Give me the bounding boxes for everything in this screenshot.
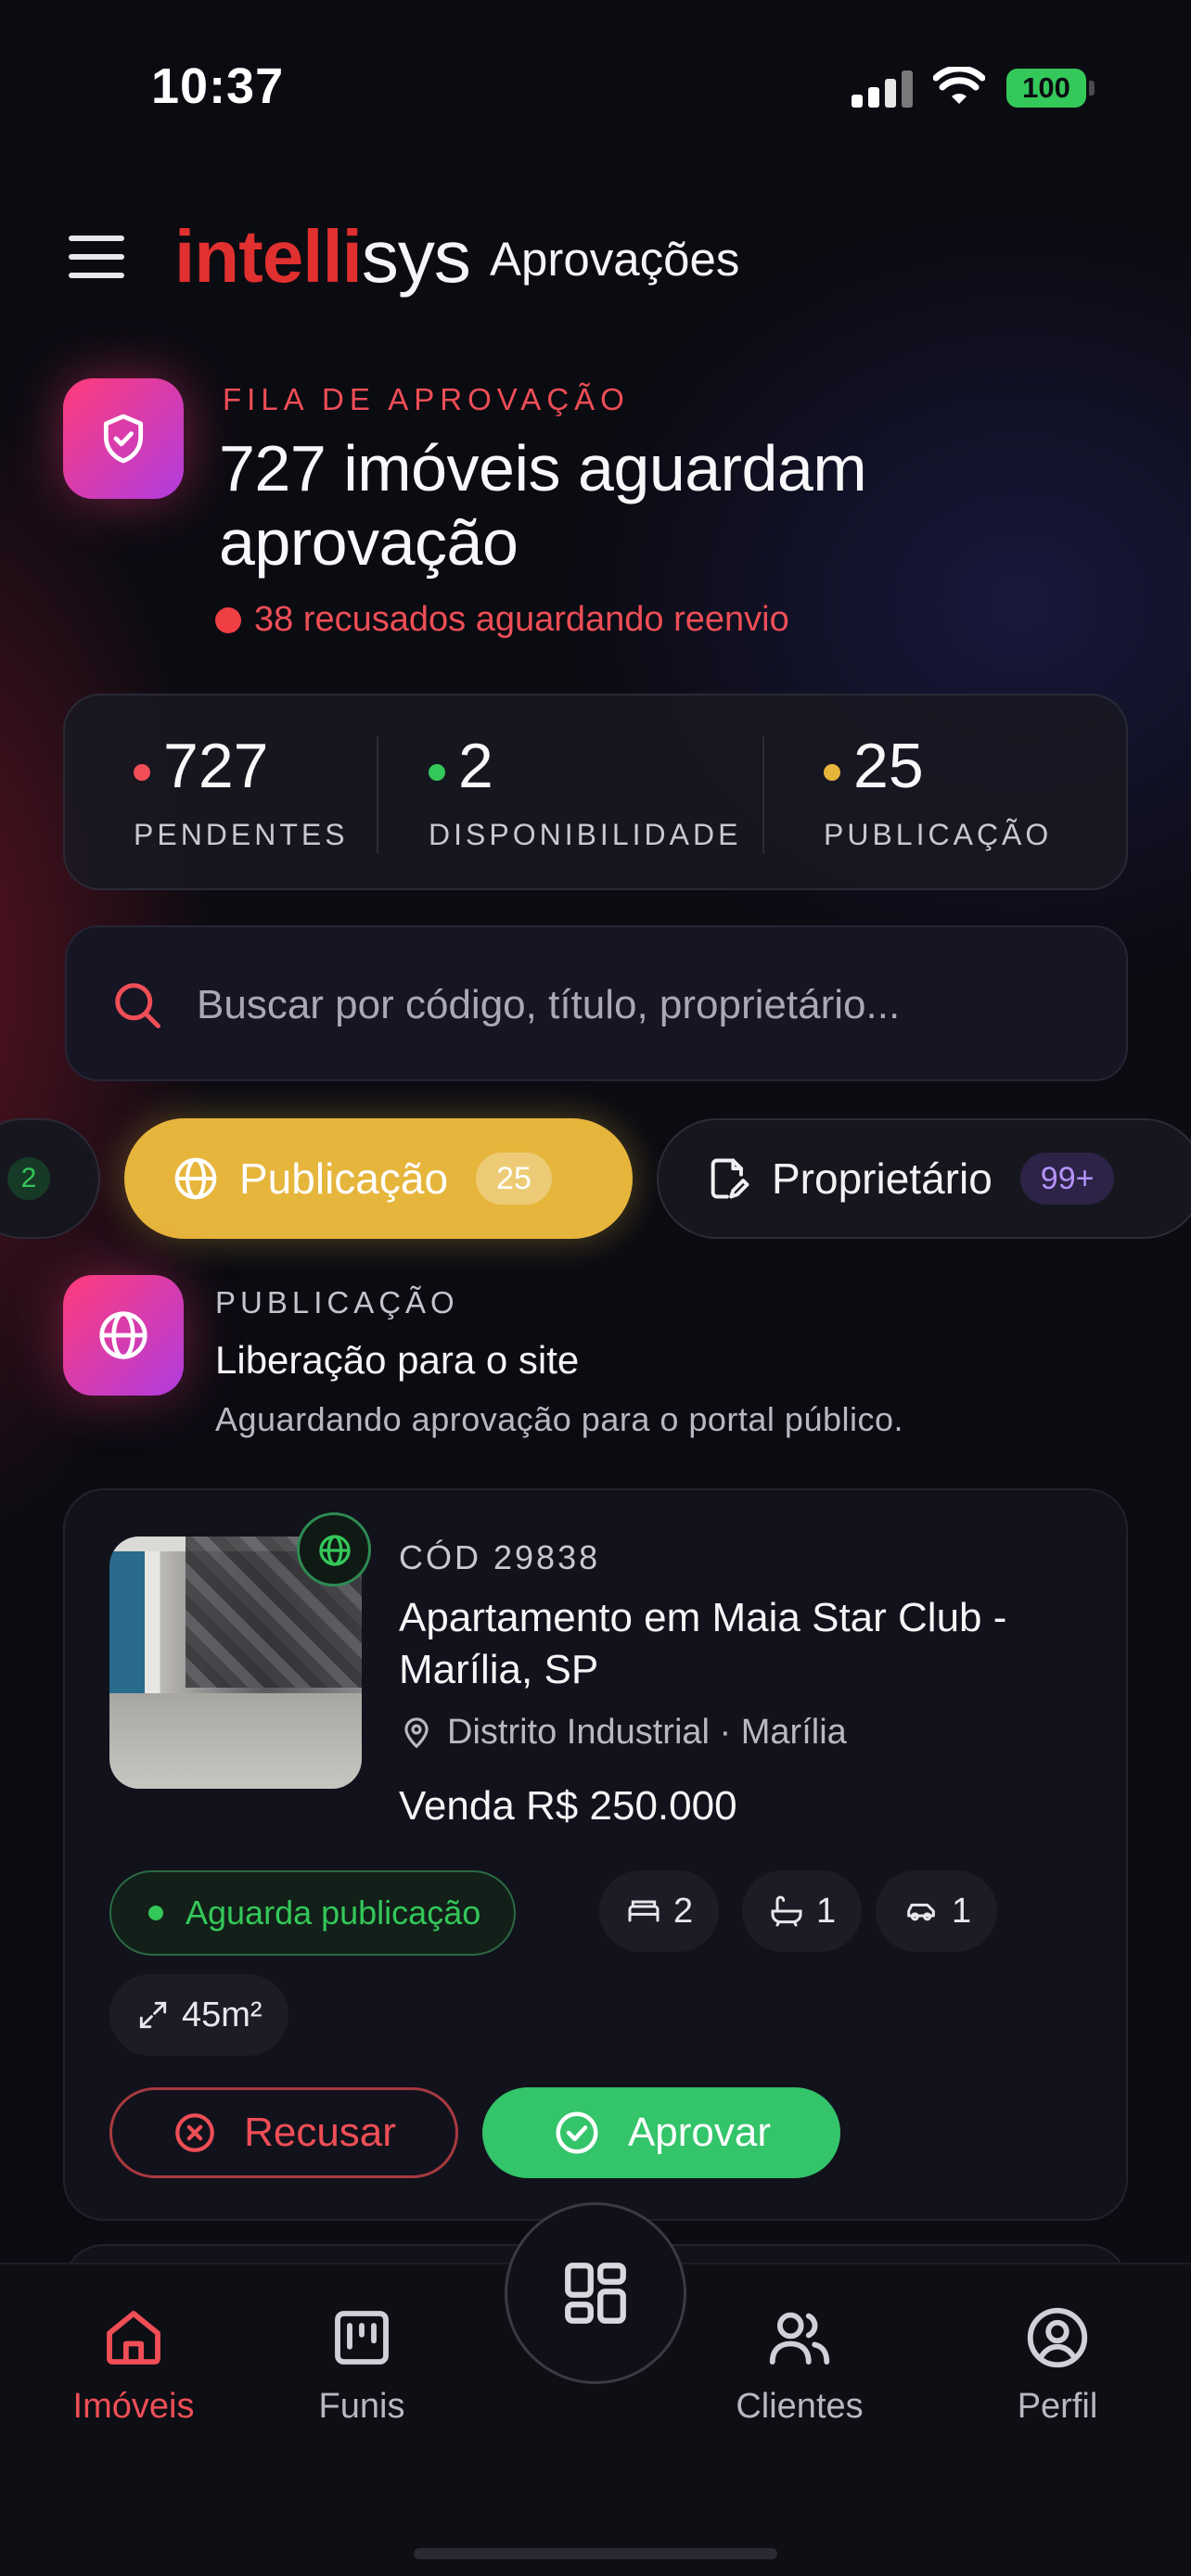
wifi-icon [933,67,985,104]
status-time: 10:37 [151,58,285,114]
stat-label: DISPONIBILIDADE [429,818,742,851]
globe-icon [174,1157,217,1200]
check-circle-icon [556,2111,598,2154]
stat-availability[interactable]: 2 DISPONIBILIDADE [429,733,741,852]
property-card[interactable]: CÓD 29838 Apartamento em Maia Star Club … [63,1488,1128,2221]
stat-dot [429,764,445,781]
globe-icon [99,1311,147,1359]
refuse-button[interactable]: Recusar [109,2087,458,2178]
nav-item-perfil[interactable]: Perfil [965,2302,1150,2427]
filter-chip-owner[interactable]: Proprietário 99+ [657,1118,1191,1239]
users-icon [769,2312,830,2365]
search-input[interactable] [197,977,1087,1033]
stat-dot [824,764,840,781]
filter-chip-availability[interactable]: 2 [0,1118,100,1239]
filter-chips: 2 Publicação 25 Proprietário 99+ [0,1118,1191,1239]
bathrooms-count: 1 [816,1891,837,1931]
shield-check-icon [103,414,144,464]
divider [762,736,764,853]
signal-icon [852,70,913,108]
hero-eyebrow: FILA DE APROVAÇÃO [223,382,630,416]
property-title: Apartamento em Maia Star Club - Marília,… [399,1595,1007,1692]
edit-document-icon [711,1158,749,1199]
status-badge: Aguarda publicação [109,1870,517,1956]
page-title: Aprovações [490,233,740,286]
kanban-icon [335,2311,389,2365]
map-pin-icon [404,1716,429,1748]
chip-label: Proprietário [772,1154,992,1203]
logo-red-part: intelli [174,215,363,298]
bed-icon [628,1900,660,1922]
location-text: Distrito Industrial · Marília [447,1713,847,1752]
stat-dot [134,764,150,781]
app-logo: intellisys [174,215,471,299]
battery-tip [1089,81,1095,96]
approve-button[interactable]: Aprovar [482,2087,840,2178]
chip-label: Publicação [239,1154,449,1203]
menu-icon[interactable] [69,232,126,282]
grid-icon [565,2263,626,2324]
battery-icon: 100 [1006,69,1086,108]
stat-label: PENDENTES [134,818,349,851]
search-icon [115,983,160,1028]
refused-dot [215,607,241,633]
filter-chip-publication[interactable]: Publicação 25 [124,1118,633,1239]
app-header: intellisys Aprovações [0,204,1191,315]
stat-publication[interactable]: 25 PUBLICAÇÃO [824,733,1052,852]
nav-item-funis[interactable]: Funis [269,2302,455,2427]
approve-label: Aprovar [627,2110,772,2155]
stats-card: 727 PENDENTES 2 DISPONIBILIDADE 25 PUBLI… [63,694,1128,890]
nav-label: Perfil [1017,2387,1098,2426]
search-bar[interactable] [65,925,1128,1081]
area-value: 45m² [182,1995,263,2034]
section-title: Liberação para o site [215,1338,580,1382]
nav-label: Funis [318,2387,405,2426]
home-icon [107,2311,160,2365]
hero-title: 727 imóveis aguardam aprovação [219,432,867,579]
stat-value: 25 [853,731,924,801]
stat-value: 727 [163,731,269,801]
nav-item-imoveis[interactable]: Imóveis [41,2302,226,2427]
close-circle-icon [175,2113,214,2152]
web-published-badge [297,1512,371,1587]
shield-badge [63,378,184,499]
logo-white-part: sys [361,215,471,298]
chip-count: 25 [476,1153,552,1205]
status-dot [148,1906,163,1920]
profile-icon [1027,2307,1088,2368]
home-indicator [414,2548,777,2559]
status-text: Aguarda publicação [186,1894,481,1932]
globe-icon [319,1535,351,1566]
bedrooms-feature: 2 [599,1870,720,1952]
chip-count: 99+ [1019,1153,1115,1205]
divider [377,736,378,853]
bathtub-icon [771,1895,802,1927]
car-icon [907,1903,935,1921]
stat-value: 2 [458,731,493,801]
status-bar: 10:37 100 [0,0,1191,176]
bathrooms-feature: 1 [742,1870,863,1952]
refused-notice[interactable]: 38 recusados aguardando reenvio [215,598,789,641]
stat-pending[interactable]: 727 PENDENTES [134,733,349,852]
section-eyebrow: PUBLICAÇÃO [215,1285,459,1320]
section-subtitle: Aguardando aprovação para o portal públi… [215,1400,904,1438]
nav-item-clientes[interactable]: Clientes [707,2302,892,2427]
stat-label: PUBLICAÇÃO [824,818,1053,851]
refused-text: 38 recusados aguardando reenvio [254,600,789,639]
bedrooms-count: 2 [673,1891,694,1931]
area-feature: 45m² [109,1974,288,2056]
property-code: CÓD 29838 [399,1538,601,1576]
nav-label: Clientes [736,2387,864,2426]
property-location: Distrito Industrial · Marília [399,1713,847,1753]
refuse-label: Recusar [244,2110,396,2155]
parking-feature: 1 [876,1870,998,1952]
parking-count: 1 [952,1891,972,1931]
expand-icon [139,2001,167,2029]
chip-count: 2 [7,1157,50,1200]
property-price: Venda R$ 250.000 [399,1783,737,1829]
section-badge [63,1275,184,1396]
quick-actions-button[interactable] [505,2202,686,2384]
nav-label: Imóveis [72,2387,195,2426]
